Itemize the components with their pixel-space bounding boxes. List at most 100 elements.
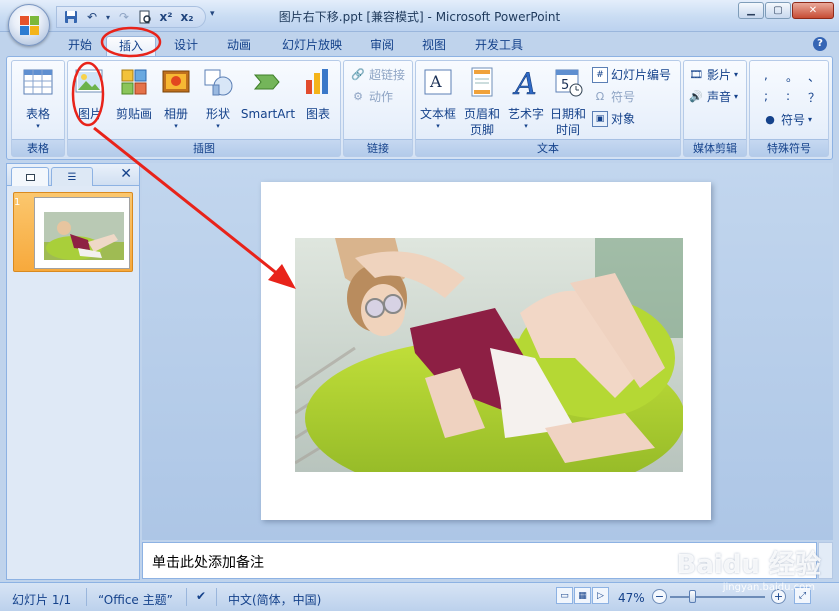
slide-editor [142, 163, 833, 540]
group-label-media: 媒体剪辑 [684, 139, 746, 156]
outline-view-icon: ☰ [67, 171, 77, 183]
hyperlink-icon: 🔗 [351, 68, 365, 81]
clipart-button[interactable]: 剪贴画 [112, 65, 156, 122]
textbox-button[interactable]: A 文本框 ▾ [418, 65, 458, 130]
datetime-button[interactable]: 5 日期和 时间 [548, 65, 588, 138]
spellcheck-icon[interactable]: ✔ [196, 589, 206, 603]
dropdown-arrow-icon: ▾ [36, 122, 40, 130]
chart-icon [306, 69, 328, 94]
tab-review[interactable]: 审阅 [360, 36, 404, 56]
dropdown-arrow-icon: ▾ [524, 122, 528, 130]
symbol-button[interactable]: Ω 符号 [592, 88, 635, 105]
language-indicator: 中文(简体，中国) [228, 593, 322, 607]
dropdown-arrow-icon: ▾ [216, 122, 220, 130]
dropdown-arrow-icon: ▾ [734, 92, 739, 101]
notes-placeholder: 单击此处添加备注 [152, 555, 264, 571]
picture-button[interactable]: 图片 [72, 65, 108, 122]
tab-outline[interactable]: ☰ [51, 167, 93, 186]
slide-number-button[interactable]: # 幻灯片编号 [592, 66, 671, 83]
help-icon[interactable]: ? [813, 37, 827, 51]
photo-album-button[interactable]: 相册 ▾ [158, 65, 194, 130]
object-button[interactable]: ▣ 对象 [592, 110, 635, 127]
thumbnail-slide [34, 197, 130, 269]
clipart-icon [121, 69, 147, 95]
omega-icon: Ω [595, 90, 605, 103]
close-pane-icon[interactable]: ✕ [120, 166, 132, 182]
speaker-icon: 🔊 [689, 90, 703, 103]
special-char-semicolon[interactable]: ; [764, 89, 768, 103]
chart-button[interactable]: 图表 [300, 65, 336, 122]
special-char-enum-comma[interactable]: 、 [808, 68, 820, 85]
tab-design[interactable]: 设计 [164, 36, 208, 56]
zoom-out-button[interactable]: − [652, 589, 667, 604]
slide-counter: 幻灯片 1/1 [12, 593, 72, 607]
textbox-icon: A [424, 69, 452, 95]
window-controls: ▁ ▢ ✕ [738, 2, 834, 19]
close-button[interactable]: ✕ [792, 2, 834, 19]
hyperlink-button[interactable]: 🔗 超链接 [350, 66, 405, 83]
dropdown-arrow-icon: ▾ [436, 122, 440, 130]
special-symbol-button[interactable]: ● 符号 ▾ [762, 111, 812, 128]
smartart-icon [253, 74, 280, 90]
tab-insert[interactable]: 插入 [106, 36, 156, 56]
baidu-watermark: Baidu 经验 [676, 550, 821, 580]
slide-thumbnail[interactable] [13, 192, 133, 272]
pane-tabs: ☰ ✕ [7, 164, 139, 186]
slideshow-view-button[interactable]: ▷ [592, 587, 609, 604]
zoom-slider-track[interactable] [670, 596, 765, 598]
photo-album-icon [162, 70, 190, 93]
header-footer-button[interactable]: 页眉和 页脚 [462, 65, 502, 138]
group-label-table: 表格 [12, 139, 64, 156]
picture-icon [75, 69, 103, 93]
group-illustrations: 图片 剪贴画 相册 ▾ 形状 ▾ SmartArt 图表 插图 [67, 60, 341, 157]
group-text: A 文本框 ▾ 页眉和 页脚 A 艺术字 ▾ 5 日期和 时间 # 幻灯片编号 … [415, 60, 681, 157]
shapes-button[interactable]: 形状 ▾ [200, 65, 236, 130]
tab-developer[interactable]: 开发工具 [466, 36, 532, 56]
group-label-illustrations: 插图 [68, 139, 340, 156]
tab-animations[interactable]: 动画 [217, 36, 261, 56]
special-char-period[interactable]: 。 [786, 68, 798, 85]
tab-slides[interactable] [11, 167, 49, 186]
theme-name: “Office 主题” [98, 593, 173, 607]
wordart-button[interactable]: A 艺术字 ▾ [506, 65, 546, 130]
zoom-level[interactable]: 47% [618, 591, 645, 605]
svg-text:5: 5 [561, 78, 569, 93]
zoom-slider-thumb[interactable] [689, 590, 696, 603]
special-char-colon[interactable]: : [786, 89, 790, 103]
slide-number: 1 [14, 197, 21, 208]
window-title: 图片右下移.ppt [兼容模式] - Microsoft PowerPoint [278, 10, 561, 24]
tab-slideshow[interactable]: 幻灯片放映 [272, 36, 352, 56]
slide-photo[interactable] [295, 238, 683, 472]
svg-text:A: A [512, 67, 537, 99]
slide-sorter-button[interactable]: ▦ [574, 587, 591, 604]
tab-home[interactable]: 开始 [58, 36, 102, 56]
office-button[interactable] [8, 4, 50, 46]
calendar-icon: 5 [555, 69, 583, 97]
current-slide[interactable] [261, 182, 711, 520]
header-footer-icon [471, 67, 493, 97]
action-button[interactable]: ⚙ 动作 [350, 88, 393, 105]
special-char-comma[interactable]: , [764, 68, 768, 82]
smartart-button[interactable]: SmartArt [240, 65, 296, 122]
group-label-special: 特殊符号 [750, 139, 828, 156]
slide-number-icon: # [592, 66, 608, 83]
table-icon [23, 69, 53, 95]
minimize-button[interactable]: ▁ [738, 2, 764, 19]
table-button[interactable]: 表格 ▾ [18, 65, 58, 130]
tab-view[interactable]: 视图 [412, 36, 456, 56]
special-char-question[interactable]: ？ [808, 89, 820, 106]
movie-icon: 🎞 [689, 68, 703, 81]
title-bar: ↶ ▾ ↷ x² x₂ ▾ 图片右下移.ppt [兼容模式] - Microso… [0, 0, 839, 32]
sound-button[interactable]: 🔊 声音 ▾ [688, 88, 738, 105]
dot-icon: ● [765, 113, 775, 126]
status-separator [186, 588, 187, 606]
group-special-symbols: , 。 、 ; : ？ ● 符号 ▾ 特殊符号 [749, 60, 829, 157]
group-table: 表格 ▾ 表格 [11, 60, 65, 157]
movie-button[interactable]: 🎞 影片 ▾ [688, 66, 738, 83]
shapes-icon [204, 69, 233, 96]
thumbnail-photo [44, 212, 124, 260]
ribbon: 表格 ▾ 表格 图片 剪贴画 相册 ▾ 形状 ▾ SmartArt 图表 插图 … [6, 56, 833, 160]
maximize-button[interactable]: ▢ [765, 2, 791, 19]
normal-view-button[interactable]: ▭ [556, 587, 573, 604]
status-bar: 幻灯片 1/1 “Office 主题” ✔ 中文(简体，中国) ▭ ▦ ▷ 47… [0, 582, 839, 611]
